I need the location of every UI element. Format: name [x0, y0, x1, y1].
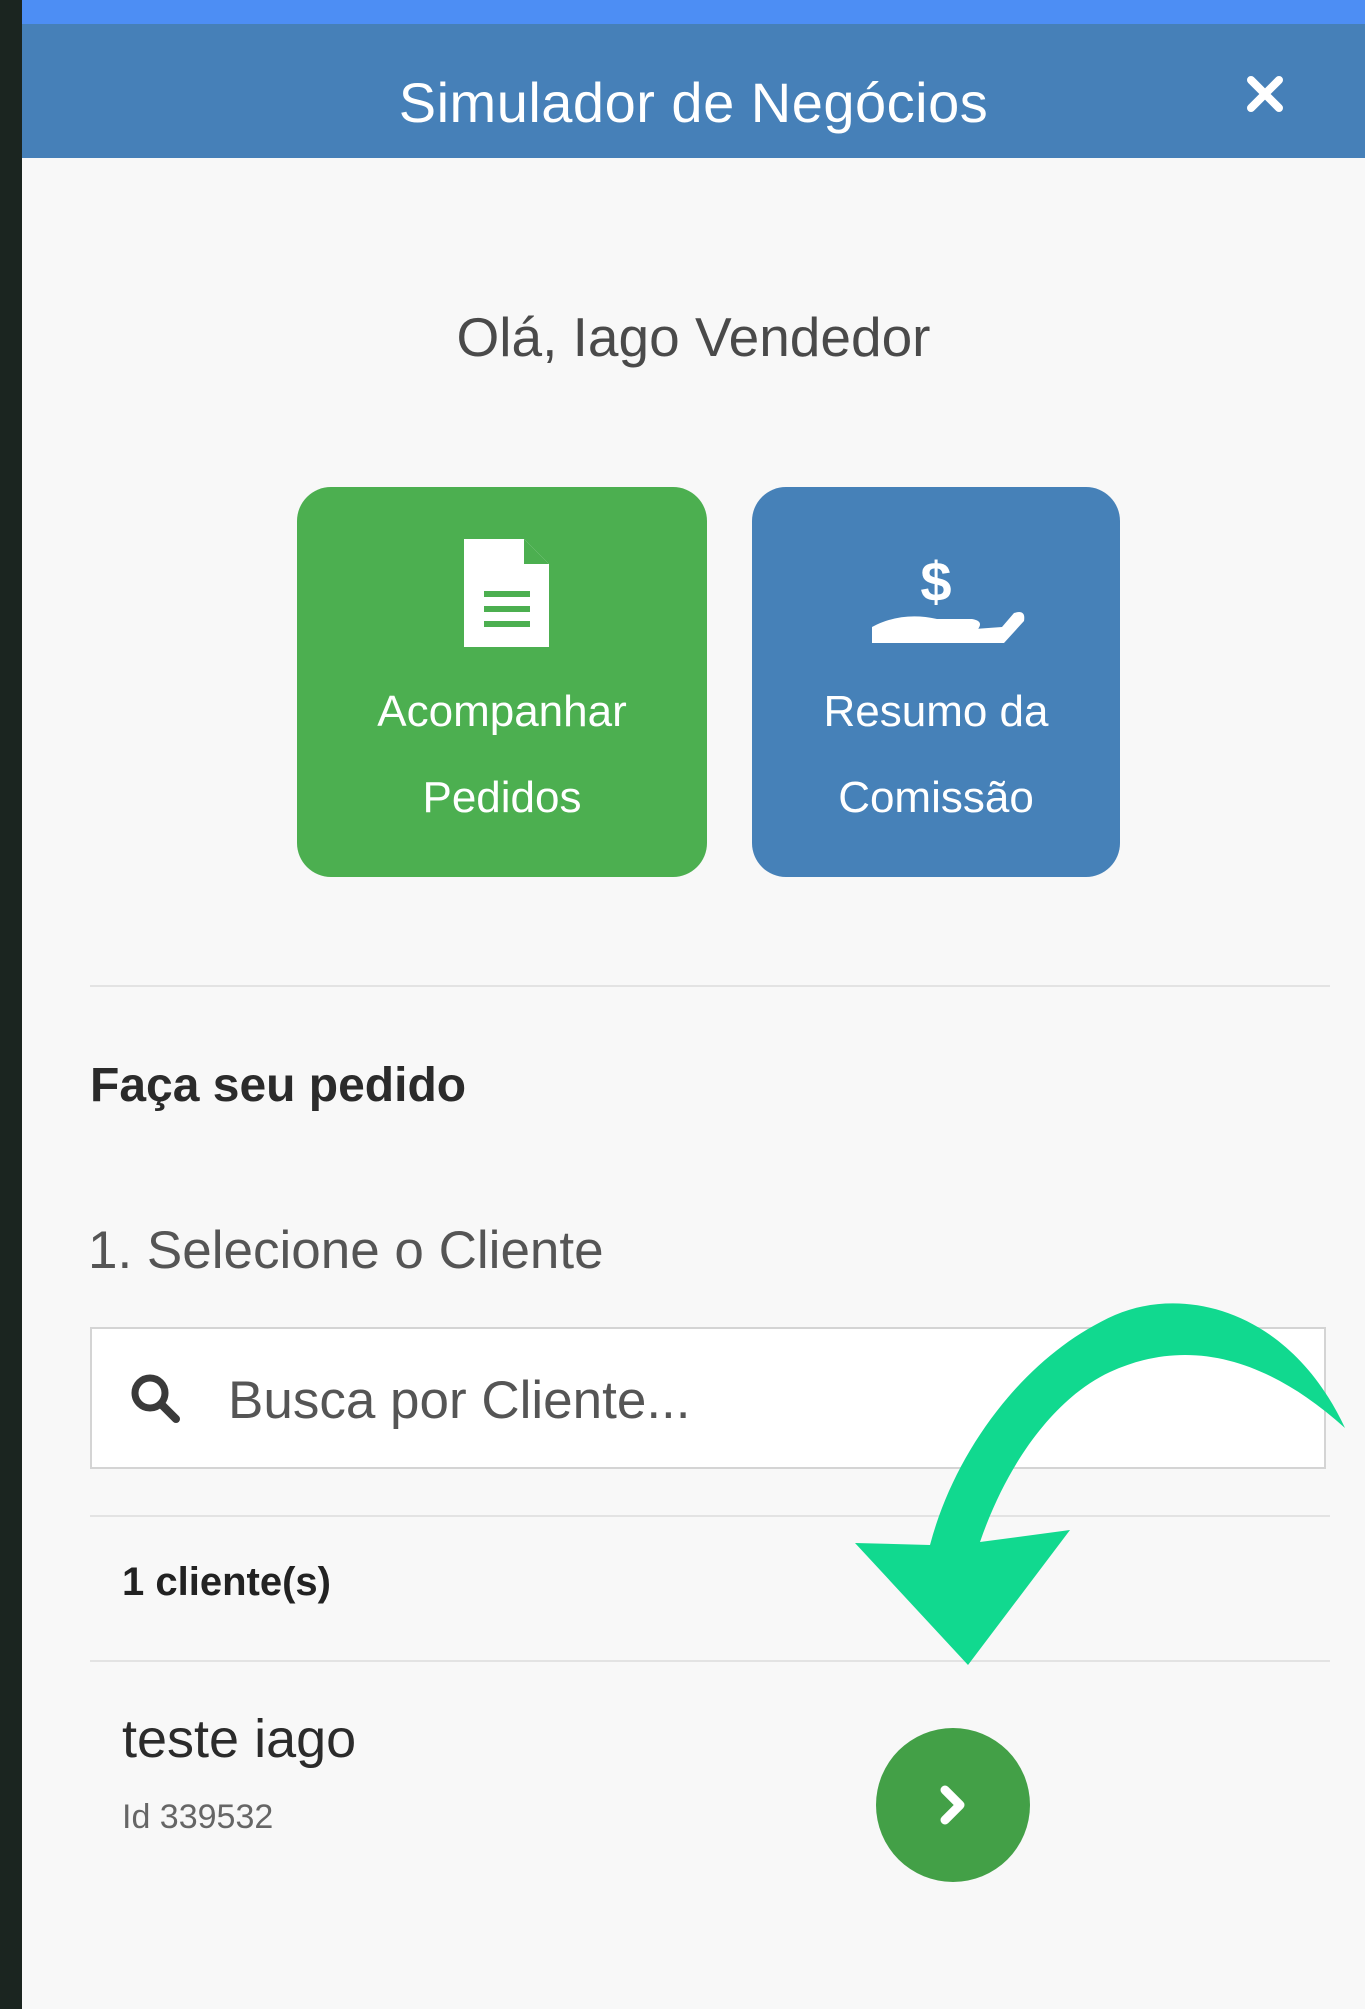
chevron-right-icon	[940, 1785, 965, 1825]
modal-title: Simulador de Negócios	[398, 71, 989, 134]
list-divider-top	[90, 1515, 1330, 1517]
track-orders-label-line2: Pedidos	[422, 773, 582, 822]
hand-dollar-icon: $	[872, 550, 1025, 643]
greeting-text: Olá, Iago Vendedor	[456, 306, 931, 368]
order-section-title: Faça seu pedido	[90, 1059, 467, 1112]
client-search-input[interactable]	[226, 1349, 1230, 1451]
client-id: Id 339532	[122, 1798, 274, 1836]
list-divider	[90, 1660, 1330, 1662]
close-icon	[1247, 76, 1283, 112]
client-search-box[interactable]	[90, 1327, 1326, 1469]
select-client-button[interactable]	[876, 1728, 1030, 1882]
commission-summary-label-line1: Resumo da	[823, 687, 1049, 736]
document-icon	[464, 539, 549, 647]
commission-summary-label: Resumo da Comissão	[752, 669, 1120, 841]
track-orders-label: Acompanhar Pedidos	[297, 669, 707, 841]
track-orders-label-line1: Acompanhar	[377, 687, 627, 736]
client-count-label: 1 cliente(s)	[122, 1560, 331, 1604]
track-orders-button[interactable]: Acompanhar Pedidos	[297, 487, 707, 877]
top-strip	[22, 0, 1365, 24]
client-name: teste iago	[122, 1709, 357, 1769]
commission-summary-button[interactable]: $ Resumo da Comissão	[752, 487, 1120, 877]
search-icon	[131, 1374, 180, 1423]
client-list-item[interactable]: teste iago Id 339532	[90, 1668, 1330, 1908]
modal-header: Simulador de Negócios	[22, 24, 1365, 158]
commission-summary-label-line2: Comissão	[838, 773, 1034, 822]
svg-text:$: $	[920, 550, 951, 613]
close-button[interactable]	[1243, 72, 1287, 116]
section-divider	[90, 985, 1330, 987]
step-label: 1. Selecione o Cliente	[88, 1221, 604, 1280]
